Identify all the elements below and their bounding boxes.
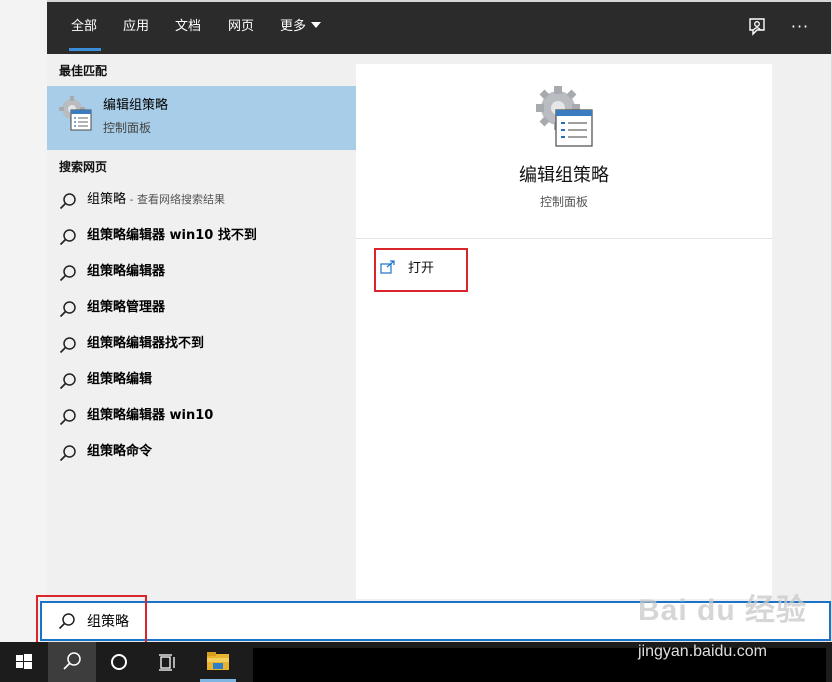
search-input[interactable] [87,611,487,631]
web-suggestion-item[interactable]: 组策略管理器 [47,290,391,326]
file-explorer-button[interactable] [194,642,242,682]
web-suggestion-query: 组策略编辑 [87,372,153,387]
web-suggestion-text: 组策略编辑器 [87,263,165,281]
feedback-button[interactable] [745,16,769,40]
result-detail-pane: 编辑组策略 控制面板 打开 [356,64,772,599]
web-suggestion-hint: - 查看网络搜索结果 [126,193,225,206]
web-suggestion-item[interactable]: 组策略编辑器 win10 找不到 [47,218,391,254]
taskbar-obscured-area [253,648,826,682]
feedback-icon [749,18,765,36]
web-suggestion-query: 组策略编辑器 [87,264,166,279]
search-icon [59,229,76,246]
web-suggestion-query: 组策略编辑器找不到 [87,336,205,351]
web-suggestion-text: 组策略管理器 [87,299,165,317]
web-suggestion-query: 组策略编辑器 win10 [87,408,214,423]
task-view-button[interactable] [144,642,192,682]
best-match-header: 最佳匹配 [59,64,108,78]
best-match-item[interactable]: 编辑组策略 控制面板 [47,86,391,150]
web-suggestion-query: 组策略编辑器 win10 找不到 [87,228,257,243]
desktop-background [0,0,47,642]
web-suggestion-text: 组策略 - 查看网络搜索结果 [87,191,225,209]
search-icon [63,652,81,670]
task-view-icon [159,654,175,671]
search-scope-bar: 全部 应用 文档 网页 更多 ··· [47,2,831,54]
web-suggestion-text: 组策略编辑器 win10 找不到 [87,227,257,245]
divider [356,238,772,239]
web-suggestion-text: 组策略编辑 [87,371,152,389]
group-policy-icon [59,96,92,131]
detail-title: 编辑组策略 [519,165,609,186]
active-tab-indicator [69,48,101,51]
search-icon [59,301,76,318]
web-search-header: 搜索网页 [59,160,108,174]
tab-web[interactable]: 网页 [228,18,254,36]
taskbar [0,642,832,682]
best-match-title: 编辑组策略 [103,98,169,113]
search-box[interactable] [40,601,831,641]
web-suggestion-text: 组策略命令 [87,443,152,461]
cortana-button[interactable] [96,642,144,682]
windows-start-icon [16,654,32,669]
search-icon [59,337,76,354]
web-suggestion-query: 组策略管理器 [87,300,166,315]
tab-documents[interactable]: 文档 [175,18,201,36]
search-icon [59,193,76,210]
results-list: 最佳匹配 编辑组策略 控制面板 搜索网页 组策略 - 查看网络搜索结果 组策略编… [47,54,391,601]
annotation-highlight-box [374,248,468,292]
web-suggestion-query: 组策略 [87,192,127,207]
search-icon [59,373,76,390]
tab-all[interactable]: 全部 [71,18,97,36]
file-explorer-icon [207,652,229,670]
group-policy-icon [536,86,593,147]
best-match-subtitle: 控制面板 [103,121,152,135]
web-suggestion-text: 组策略编辑器 win10 [87,407,213,425]
web-suggestion-item[interactable]: 组策略编辑器 win10 [47,398,391,434]
detail-subtitle: 控制面板 [539,195,588,209]
cortana-icon [111,654,127,670]
web-suggestion-item[interactable]: 组策略 - 查看网络搜索结果 [47,182,391,218]
web-suggestion-query: 组策略命令 [87,444,153,459]
start-button[interactable] [0,642,48,682]
web-suggestion-item[interactable]: 组策略编辑 [47,362,391,398]
tab-more-label: 更多 [280,19,307,34]
web-suggestion-text: 组策略编辑器找不到 [87,335,204,353]
web-suggestion-item[interactable]: 组策略命令 [47,434,391,470]
taskbar-search-button[interactable] [48,642,96,682]
tab-apps[interactable]: 应用 [123,18,149,36]
search-icon [59,265,76,282]
web-suggestion-item[interactable]: 组策略编辑器找不到 [47,326,391,362]
search-icon [59,409,76,426]
search-icon [59,445,76,462]
chevron-down-icon [311,22,322,28]
tab-more[interactable]: 更多 [280,18,322,36]
more-options-button[interactable]: ··· [785,16,815,40]
web-suggestion-item[interactable]: 组策略编辑器 [47,254,391,290]
